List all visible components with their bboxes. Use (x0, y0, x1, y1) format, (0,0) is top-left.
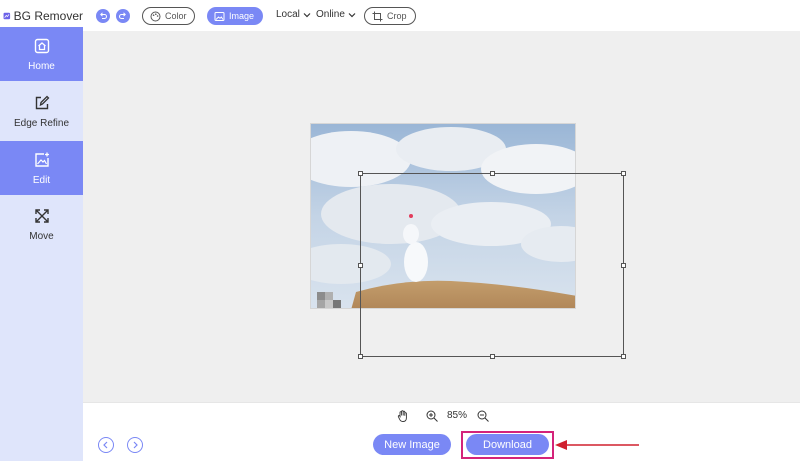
redo-button[interactable] (116, 9, 130, 23)
hand-pan-icon[interactable] (396, 409, 410, 423)
crop-handle-bottom[interactable] (490, 354, 495, 359)
zoom-in-icon[interactable] (425, 409, 439, 423)
color-tab[interactable]: Color (142, 7, 195, 25)
crop-handle-top-left[interactable] (358, 171, 363, 176)
move-arrows-icon (34, 208, 49, 223)
sidebar-item-move[interactable]: Move (0, 197, 83, 251)
annotation-arrow-icon (555, 440, 639, 450)
crop-handle-top[interactable] (490, 171, 495, 176)
color-tab-label: Color (165, 11, 187, 21)
chevron-down-icon (303, 12, 311, 17)
sidebar-item-label: Edge Refine (13, 117, 70, 129)
chevron-right-icon (133, 441, 138, 449)
home-icon (34, 38, 49, 53)
sidebar-item-edit[interactable]: Edit (0, 141, 83, 195)
image-tab[interactable]: Image (207, 7, 263, 25)
chevron-left-icon (103, 441, 108, 449)
sidebar-item-label: Edit (32, 174, 51, 186)
crop-handle-top-right[interactable] (621, 171, 626, 176)
image-tab-label: Image (229, 11, 255, 21)
local-dropdown[interactable]: Local (276, 9, 311, 20)
chevron-down-icon (348, 12, 356, 17)
online-dropdown[interactable]: Online (316, 9, 356, 20)
image-icon (214, 11, 225, 21)
zoom-level: 85% (447, 410, 468, 421)
redo-icon (119, 12, 126, 19)
image-plus-icon (34, 152, 49, 167)
zoom-bar: 85% (83, 402, 800, 428)
sidebar-item-edge-refine[interactable]: Edge Refine (0, 84, 83, 138)
crop-handle-bottom-left[interactable] (358, 354, 363, 359)
app-logo-icon (3, 12, 11, 19)
online-dropdown-label: Online (316, 9, 345, 20)
crop-button[interactable]: Crop (364, 7, 416, 25)
crop-button-label: Crop (387, 11, 407, 21)
bg-remover-app: BG Remover Home Edge Refine Edit Move Co… (0, 0, 800, 461)
crop-selection-box[interactable] (358, 171, 626, 359)
crop-handle-bottom-right[interactable] (621, 354, 626, 359)
new-image-button[interactable]: New Image (373, 434, 451, 455)
crop-handle-right[interactable] (621, 263, 626, 268)
toolbar: Color Image Local Online Crop (83, 0, 800, 31)
canvas-area (83, 31, 800, 402)
edit-square-icon (35, 95, 49, 109)
crop-icon (372, 11, 383, 21)
sidebar: BG Remover Home Edge Refine Edit Move (0, 0, 83, 461)
sidebar-item-label: Home (28, 60, 55, 72)
zoom-out-icon[interactable] (476, 409, 490, 423)
crop-handle-left[interactable] (358, 263, 363, 268)
undo-button[interactable] (96, 9, 110, 23)
palette-icon (150, 11, 161, 21)
local-dropdown-label: Local (276, 9, 300, 20)
previous-button[interactable] (98, 437, 114, 453)
sidebar-item-home[interactable]: Home (0, 27, 83, 81)
app-title: BG Remover (13, 8, 83, 23)
next-button[interactable] (127, 437, 143, 453)
bottom-bar: New Image Download (83, 428, 800, 461)
download-button[interactable]: Download (466, 434, 549, 455)
undo-icon (100, 12, 107, 19)
sidebar-item-label: Move (29, 230, 54, 242)
